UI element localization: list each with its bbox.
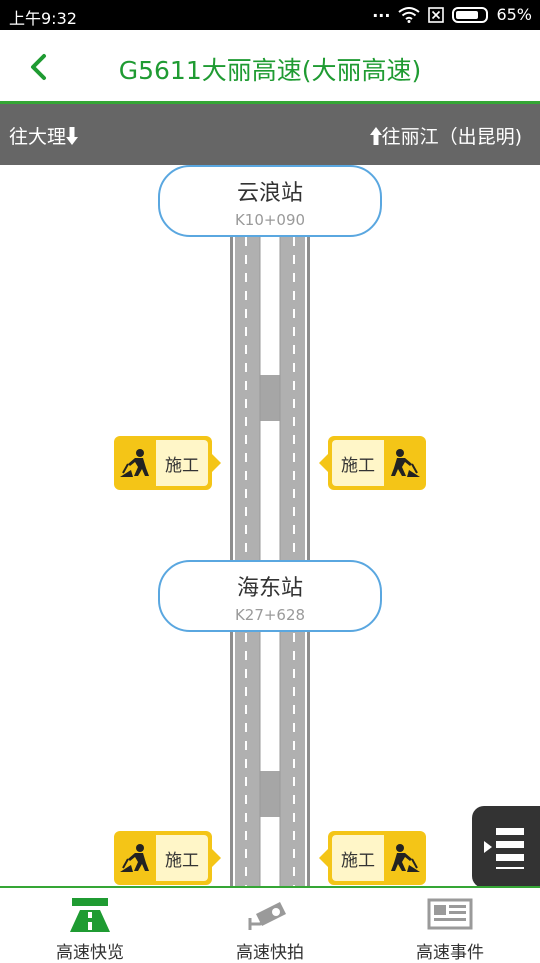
newspaper-icon <box>427 898 473 930</box>
direction-lijiang-label: 往丽江（出昆明) <box>381 126 522 148</box>
construction-icon <box>384 436 426 490</box>
construction-event[interactable]: 施工 <box>114 831 221 885</box>
more-dots-icon: ... <box>372 2 391 21</box>
battery-percent: 65% <box>496 5 532 24</box>
nav-label: 高速快览 <box>56 943 124 963</box>
station-name: 海东站 <box>236 576 303 601</box>
station-name: 云浪站 <box>236 181 303 206</box>
direction-lijiang[interactable]: 往丽江（出昆明) <box>369 122 522 149</box>
battery-icon <box>452 6 489 23</box>
construction-icon <box>114 436 156 490</box>
wifi-icon <box>398 6 421 23</box>
camera-icon <box>248 902 286 930</box>
nav-highway-events[interactable]: 高速事件 <box>360 888 540 963</box>
direction-dali[interactable]: 往大理 <box>9 122 79 149</box>
nav-highway-overview[interactable]: 高速快览 <box>0 888 180 963</box>
construction-event[interactable]: 施工 <box>319 436 426 490</box>
event-label: 施工 <box>156 440 208 486</box>
event-label: 施工 <box>156 835 208 881</box>
direction-bar: 往大理 往丽江（出昆明) <box>0 104 540 165</box>
page-title: G5611大丽高速(大丽高速) <box>118 56 422 85</box>
highway-icon <box>70 898 110 932</box>
construction-event[interactable]: 施工 <box>114 436 221 490</box>
status-time: 上午9:32 <box>9 9 77 28</box>
station-haidong[interactable]: 海东站 K27+628 <box>158 560 382 632</box>
construction-icon <box>384 831 426 885</box>
list-menu-icon <box>484 828 524 869</box>
list-menu-button[interactable] <box>472 806 540 888</box>
no-sim-icon <box>428 6 445 23</box>
status-icons: ... 65% <box>372 2 532 24</box>
station-yunlang[interactable]: 云浪站 K10+090 <box>158 165 382 237</box>
construction-event[interactable]: 施工 <box>319 831 426 885</box>
station-km: K10+090 <box>234 211 306 229</box>
event-label: 施工 <box>332 440 384 486</box>
bottom-nav: 高速快览 高速快拍 高速事件 <box>0 886 540 963</box>
title-bar: G5611大丽高速(大丽高速) <box>0 30 540 104</box>
arrow-up-icon <box>369 127 382 145</box>
nav-highway-snapshot[interactable]: 高速快拍 <box>180 888 360 963</box>
nav-label: 高速快拍 <box>236 943 304 963</box>
station-km: K27+628 <box>234 606 306 624</box>
nav-label: 高速事件 <box>416 943 484 963</box>
status-bar: 上午9:32 ... 65% <box>0 0 540 30</box>
direction-dali-label: 往大理 <box>9 126 67 148</box>
highway-map[interactable]: 云浪站 K10+090 海东站 K27+628 施工 施工 施工 施工 <box>0 165 540 886</box>
highway-road <box>230 165 310 886</box>
event-label: 施工 <box>332 835 384 881</box>
arrow-down-icon <box>66 127 79 145</box>
construction-icon <box>114 831 156 885</box>
